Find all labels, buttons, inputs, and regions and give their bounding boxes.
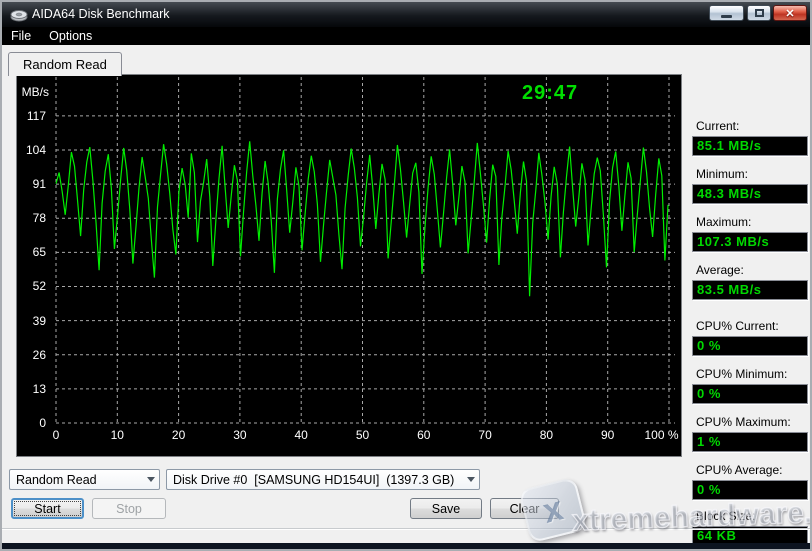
y-axis-label: 104 — [19, 143, 46, 157]
chevron-down-icon — [143, 470, 159, 489]
x-axis-label: 30 — [233, 428, 246, 442]
stat-label: CPU% Maximum: — [696, 415, 791, 429]
drive-dropdown[interactable]: Disk Drive #0 [SAMSUNG HD154UI] (1397.3 … — [166, 469, 480, 490]
benchmark-chart: MB/s 29:47 0 10 20 30 40 50 60 70 80 90 100 % 117 10… — [17, 75, 681, 456]
stat-value-box: 0 % — [692, 336, 808, 356]
stat-value-box: 85.1 MB/s — [692, 136, 808, 156]
minimize-button[interactable] — [709, 5, 744, 21]
stat-label: Average: — [696, 263, 744, 277]
stat-label: Maximum: — [696, 215, 751, 229]
title-bar: AIDA64 Disk Benchmark ✕ — [2, 2, 810, 27]
chevron-down-icon — [463, 470, 479, 489]
maximize-button[interactable] — [747, 5, 771, 21]
x-axis-label: 50 — [356, 428, 369, 442]
close-icon: ✕ — [785, 7, 794, 20]
y-axis-label: 91 — [19, 177, 46, 191]
close-button[interactable]: ✕ — [773, 5, 807, 21]
y-axis-label: 78 — [19, 211, 46, 225]
save-button[interactable]: Save — [410, 498, 482, 519]
y-axis-label: 65 — [19, 245, 46, 259]
chart-canvas — [17, 75, 681, 456]
x-axis-label: 40 — [295, 428, 308, 442]
y-axis-label: 117 — [19, 109, 46, 123]
y-axis-label: 0 — [19, 416, 46, 430]
stop-button[interactable]: Stop — [92, 498, 166, 519]
stat-label: CPU% Current: — [696, 319, 779, 333]
y-axis-label: 13 — [19, 382, 46, 396]
app-window: AIDA64 Disk Benchmark ✕ File Options Ran… — [0, 0, 812, 551]
menu-options[interactable]: Options — [40, 28, 101, 44]
stat-value-box: 1 % — [692, 432, 808, 452]
window-bottom-frame — [2, 543, 810, 549]
x-axis-label: 10 — [111, 428, 124, 442]
stat-value-box: 107.3 MB/s — [692, 232, 808, 252]
x-axis-label: 100 % — [644, 428, 678, 442]
x-axis-label: 80 — [540, 428, 553, 442]
menu-bar: File Options — [2, 27, 810, 45]
drive-value: Disk Drive #0 [SAMSUNG HD154UI] (1397.3 … — [173, 473, 463, 487]
y-axis-label: 52 — [19, 279, 46, 293]
stat-value-box: 0 % — [692, 384, 808, 404]
minimize-icon — [721, 15, 732, 18]
elapsed-timer: 29:47 — [522, 82, 578, 105]
maximize-icon — [755, 9, 764, 17]
test-type-value: Random Read — [16, 473, 143, 487]
app-disk-icon — [10, 7, 28, 22]
x-axis-label: 60 — [417, 428, 430, 442]
x-axis-label: 20 — [172, 428, 185, 442]
stat-label: Block Size: — [696, 509, 755, 523]
y-axis-label: 26 — [19, 348, 46, 362]
y-axis-unit: MB/s — [19, 85, 49, 99]
stat-label: Minimum: — [696, 167, 748, 181]
stat-value-box: 48.3 MB/s — [692, 184, 808, 204]
clear-button[interactable]: Clear — [490, 498, 559, 519]
client-area: Random Read MB/s 29:47 0 10 20 30 40 50 60 70 80… — [2, 45, 810, 543]
y-axis-label: 39 — [19, 314, 46, 328]
menu-file[interactable]: File — [2, 28, 40, 44]
stat-value-box: 0 % — [692, 480, 808, 500]
stat-value-box: 83.5 MB/s — [692, 280, 808, 300]
start-button[interactable]: Start — [11, 498, 84, 519]
stat-label: CPU% Average: — [696, 463, 783, 477]
x-axis-label: 70 — [478, 428, 491, 442]
throughput-line — [56, 141, 668, 296]
stat-label: CPU% Minimum: — [696, 367, 787, 381]
tab-random-read[interactable]: Random Read — [8, 52, 122, 76]
x-axis-label: 90 — [601, 428, 614, 442]
x-axis-label: 0 — [53, 428, 60, 442]
window-title: AIDA64 Disk Benchmark — [32, 2, 170, 27]
status-separator — [2, 528, 810, 530]
stat-label: Current: — [696, 119, 739, 133]
test-type-dropdown[interactable]: Random Read — [9, 469, 160, 490]
